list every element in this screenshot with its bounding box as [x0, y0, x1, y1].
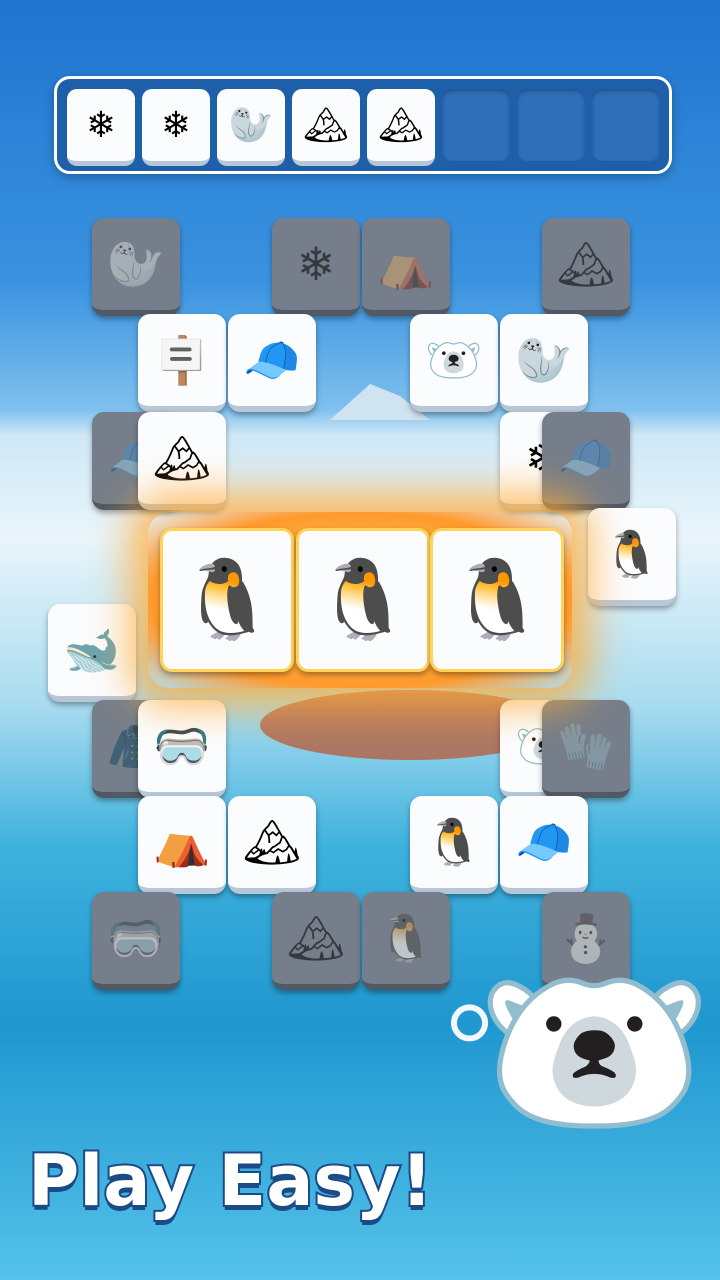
signpost-icon: 🪧 — [153, 333, 211, 387]
board-tile[interactable]: 🥽 — [138, 700, 226, 798]
board-tile: ⛺ — [362, 218, 450, 316]
board-tile[interactable]: ⛺ — [138, 796, 226, 894]
slot-5: 🏔 — [367, 89, 435, 166]
snowflake-icon: ❄ — [296, 237, 336, 291]
iceberg-icon: 🏔 — [556, 237, 616, 291]
slot-1: ❄ — [67, 89, 135, 166]
board-tile[interactable]: 🐧 — [410, 796, 498, 894]
slot-4: 🏔 — [292, 89, 360, 166]
orca-icon: 🐋 — [63, 623, 121, 677]
penguin-icon: 🐧 — [314, 555, 412, 645]
glove-icon: 🧤 — [557, 719, 615, 773]
board-tile: 🧤 — [542, 700, 630, 798]
penguin-icon: 🐧 — [603, 527, 661, 581]
walrus-icon: 🦭 — [228, 105, 274, 146]
penguin-icon: 🐧 — [425, 815, 483, 869]
igloo-icon: ⛺ — [377, 237, 435, 291]
beanie-hat-icon: 🧢 — [515, 815, 573, 869]
board-tile[interactable]: 🧢 — [500, 796, 588, 894]
penguin-icon: 🐧 — [377, 911, 435, 965]
slot-3: 🦭 — [217, 89, 285, 166]
board-tile[interactable]: 🐋 — [48, 604, 136, 702]
ski-goggles-icon: 🥽 — [153, 719, 211, 773]
slot-bar: ❄ ❄ 🦭 🏔 🏔 — [54, 76, 672, 174]
board-tile[interactable]: 🏔 — [228, 796, 316, 894]
iceberg-icon: 🏔 — [378, 105, 424, 146]
slot-6 — [442, 89, 510, 161]
board-tile[interactable]: 🪧 — [138, 314, 226, 412]
board-tile[interactable]: 🐧 — [588, 508, 676, 606]
matched-tile: 🐧 — [296, 528, 430, 672]
polar-bear-mascot: ⚪ 🐻‍❄️ — [436, 918, 716, 1280]
headline: Play Easy! — [26, 1138, 435, 1224]
slot-2: ❄ — [142, 89, 210, 166]
snowflake-icon: ❄ — [85, 104, 117, 146]
igloo-icon: ⛺ — [153, 815, 211, 869]
penguin-icon: 🐧 — [178, 555, 276, 645]
penguin-icon: 🐧 — [448, 555, 546, 645]
snowflake-icon: ❄ — [160, 104, 192, 146]
board-tile: 🏔 — [272, 892, 360, 990]
board-tile[interactable]: 🧢 — [228, 314, 316, 412]
beanie-hat-icon: 🧢 — [557, 431, 615, 485]
board-tile[interactable]: 🏔 — [138, 412, 226, 510]
board-tile[interactable]: 🦭 — [500, 314, 588, 412]
board-tile: ❄ — [272, 218, 360, 316]
board-tile[interactable]: 🐻‍❄️ — [410, 314, 498, 412]
walrus-icon: 🦭 — [515, 333, 573, 387]
polar-bear-icon: 🐻‍❄️ — [425, 333, 483, 387]
polar-bear-mascot-icon: 🐻‍❄️ — [476, 942, 713, 1163]
beanie-hat-icon: 🧢 — [243, 333, 301, 387]
ski-goggles-icon: 🥽 — [107, 911, 165, 965]
slot-7 — [517, 89, 585, 161]
board-tile: 🥽 — [92, 892, 180, 990]
slot-8 — [592, 89, 660, 161]
board-tile: 🦭 — [92, 218, 180, 316]
matched-tile: 🐧 — [160, 528, 294, 672]
iceberg-icon: 🏔 — [242, 815, 302, 869]
iceberg-icon: 🏔 — [303, 105, 349, 146]
iceberg-icon: 🏔 — [286, 911, 346, 965]
matched-tile: 🐧 — [430, 528, 564, 672]
board-tile: 🧢 — [542, 412, 630, 510]
board-tile: 🏔 — [542, 218, 630, 316]
iceberg-icon: 🏔 — [152, 431, 212, 485]
walrus-icon: 🦭 — [107, 237, 165, 291]
